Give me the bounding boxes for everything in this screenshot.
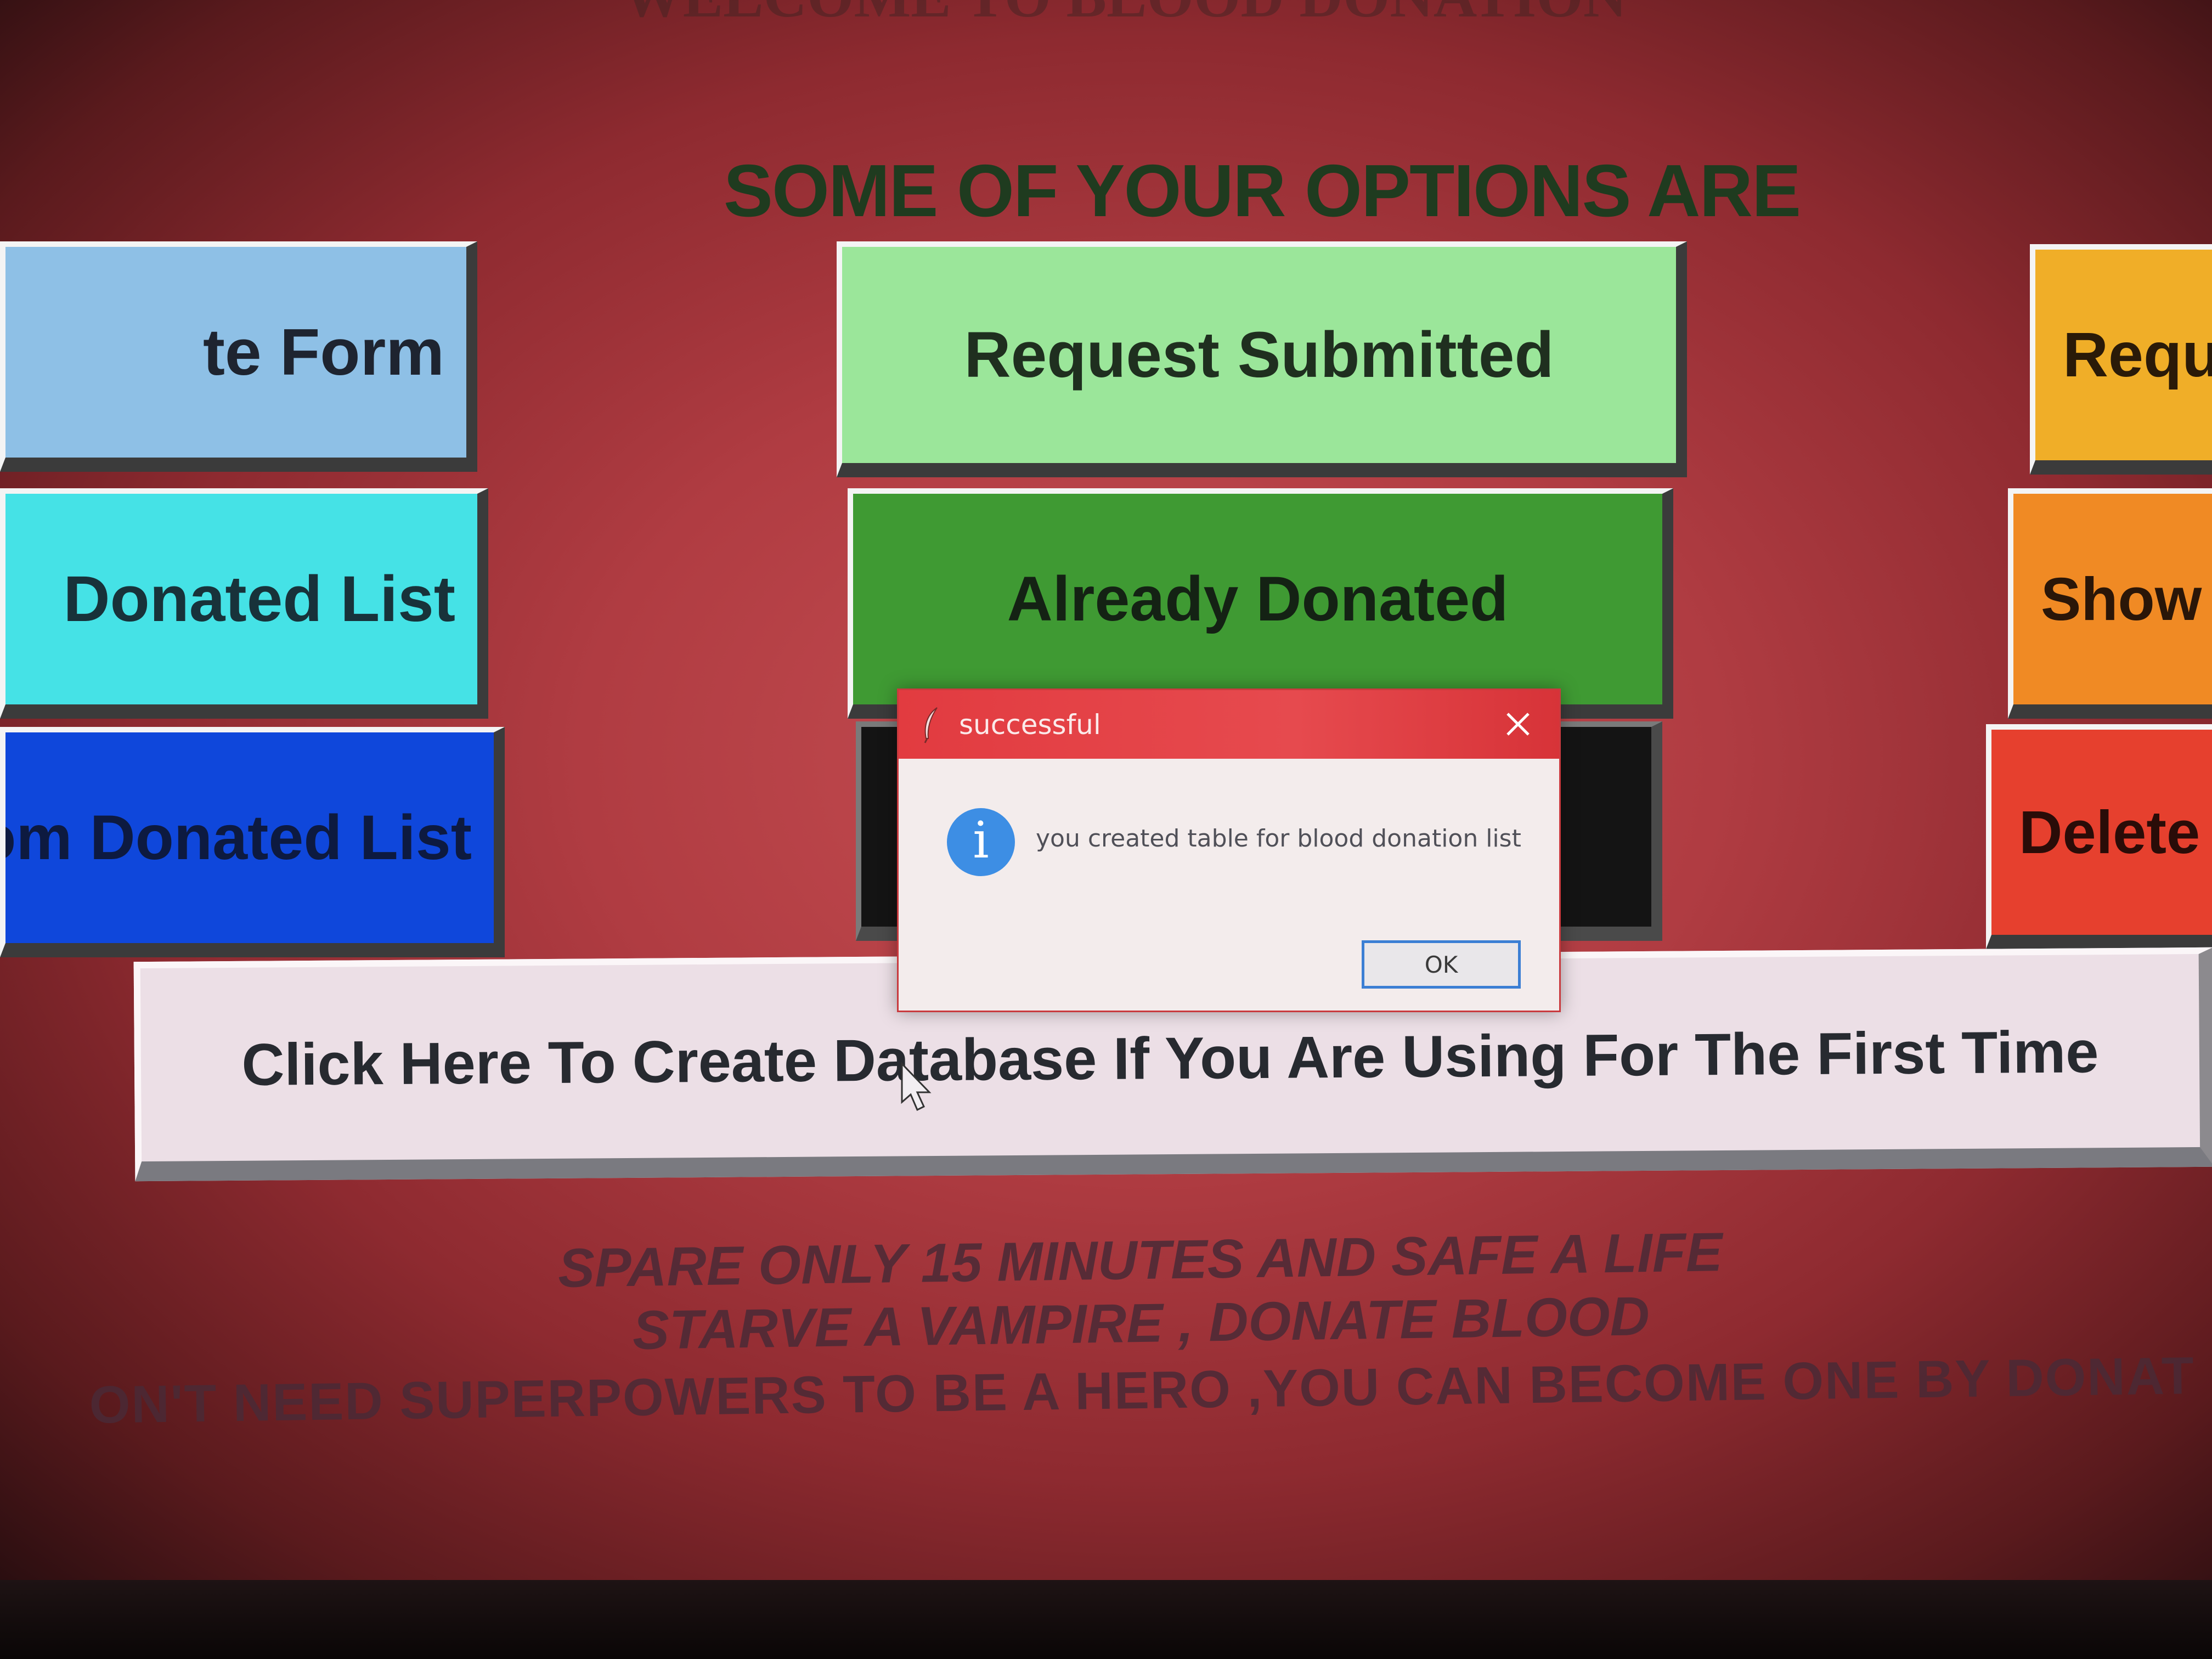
close-icon[interactable] (1496, 702, 1540, 746)
delete-from-donated-list-button[interactable]: om Donated List (0, 727, 505, 957)
donate-form-label: te Form (202, 315, 444, 389)
required-button[interactable]: Requi (2030, 244, 2212, 475)
delete-label: Delete (2019, 798, 2200, 866)
create-database-label: Click Here To Create Database If You Are… (241, 1018, 2099, 1098)
success-dialog: successful i you created table for blood… (897, 689, 1561, 1012)
already-donated-button[interactable]: Already Donated (848, 488, 1673, 719)
request-submitted-label: Request Submitted (964, 319, 1554, 391)
feather-icon (921, 706, 943, 744)
options-heading: SOME OF YOUR OPTIONS ARE (723, 149, 1801, 232)
mouse-cursor-icon (901, 1062, 932, 1111)
delete-from-donated-list-label: om Donated List (0, 803, 472, 873)
monitor-bezel (0, 1580, 2212, 1659)
dialog-title: successful (959, 709, 1101, 741)
show-label: Show (2041, 565, 2202, 633)
info-icon: i (947, 808, 1015, 876)
app-window: WELCOME TO BLOOD DONATION SOME OF YOUR O… (0, 0, 2212, 1580)
already-donated-label: Already Donated (1007, 564, 1509, 634)
show-button[interactable]: Show (2008, 488, 2212, 719)
slogans: SPARE ONLY 15 MINUTES AND SAFE A LIFE ST… (0, 1212, 2212, 1438)
ok-button[interactable]: OK (1362, 940, 1521, 989)
dialog-titlebar[interactable]: successful (899, 690, 1559, 759)
donate-form-button[interactable]: te Form (0, 241, 477, 472)
delete-button[interactable]: Delete (1986, 724, 2212, 949)
donated-list-label: Donated List (63, 563, 455, 635)
donated-list-button[interactable]: Donated List (0, 488, 488, 719)
window-title: WELCOME TO BLOOD DONATION (439, 0, 1810, 31)
required-label: Requi (2063, 320, 2212, 390)
request-submitted-button[interactable]: Request Submitted (837, 241, 1687, 477)
dialog-message: you created table for blood donation lis… (1036, 825, 1521, 853)
